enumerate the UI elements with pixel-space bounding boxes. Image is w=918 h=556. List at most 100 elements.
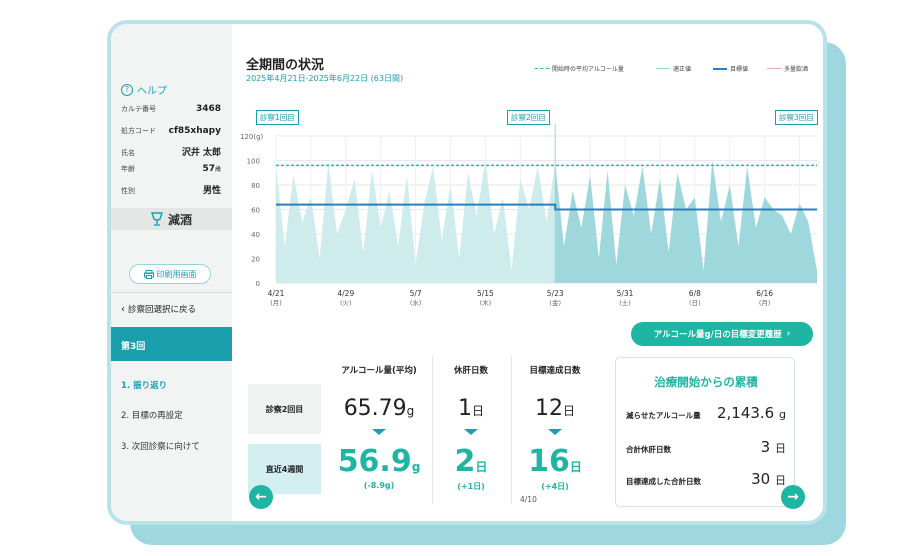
recent-alcohol-delta: (-8.9g) <box>363 481 395 490</box>
goal-history-button[interactable]: アルコール量g/日の目標変更履歴 › <box>631 322 813 346</box>
sex-label: 性別 <box>121 187 135 195</box>
karte-row: カルテ番号 3468 <box>121 104 221 114</box>
help-link[interactable]: ? ヘルプ <box>121 82 167 97</box>
x-tick-dow: (水) <box>410 298 422 307</box>
help-label: ヘルプ <box>137 86 167 97</box>
visit2-alcohol-value: 65.79 <box>343 396 407 421</box>
sidebar-divider <box>111 292 232 293</box>
visit2-liver-unit: 日 <box>471 404 484 418</box>
arrow-left-icon: ← <box>255 489 267 505</box>
cumulative-row: 目標達成した合計日数 30 日 <box>626 470 786 488</box>
visit2-goal-value: 12 <box>534 396 563 421</box>
col-liver-days: 休肝日数 <box>453 366 488 376</box>
recent-goal: 16日 (+4日) <box>515 444 595 492</box>
age-row: 年齢 57歳 <box>121 164 221 174</box>
print-label: 印刷用画面 <box>156 269 197 279</box>
visit2-alcohol: 65.79g <box>329 396 429 435</box>
age-unit: 歳 <box>214 166 221 173</box>
x-tick-date: 5/23 <box>547 289 564 298</box>
down-arrow-icon <box>372 429 386 435</box>
visit2-alcohol-unit: g <box>406 404 415 418</box>
program-label: 減酒 <box>167 212 192 227</box>
recent-alcohol-value: 56.9 <box>337 444 412 479</box>
cum-reduced-unit: g <box>779 408 786 421</box>
step-review[interactable]: 1. 振り返り <box>121 379 167 391</box>
marker-visit-2: 診察2回目 <box>507 110 550 125</box>
down-arrow-icon <box>464 429 478 435</box>
app-stage: ? ヘルプ カルテ番号 3468 処方コード cf85xhapy 氏名 沢井 太… <box>0 0 918 556</box>
rx-label: 処方コード <box>121 127 156 135</box>
karte-value: 3468 <box>195 104 221 114</box>
back-label: 診察回選択に戻る <box>128 305 197 315</box>
age-number: 57 <box>202 164 215 174</box>
step-reset-goal[interactable]: 2. 目標の再設定 <box>121 409 183 421</box>
sidebar: ? ヘルプ カルテ番号 3468 処方コード cf85xhapy 氏名 沢井 太… <box>111 24 232 521</box>
x-tick-date: 4/29 <box>337 289 354 298</box>
question-icon: ? <box>121 83 133 96</box>
x-tick-date: 4/21 <box>268 289 285 298</box>
tablet-frame: ? ヘルプ カルテ番号 3468 処方コード cf85xhapy 氏名 沢井 太… <box>107 20 827 525</box>
cum-goal-unit: 日 <box>775 474 786 487</box>
recent-alcohol: 56.9g (-8.9g) <box>329 444 429 490</box>
x-tick-date: 6/16 <box>756 289 773 298</box>
x-tick-date: 6/8 <box>689 289 701 298</box>
recent-alcohol-unit: g <box>411 460 421 474</box>
col-goal-days: 目標達成日数 <box>529 366 581 376</box>
next-page-button[interactable]: → <box>781 485 805 509</box>
recent-liver-delta: (+1日) <box>457 482 485 491</box>
y-tick-label: 60 <box>251 207 260 215</box>
program-badge: 減酒 <box>111 208 232 230</box>
cumulative-row: 合計休肝日数 3 日 <box>626 438 786 456</box>
y-tick-label: 80 <box>251 182 260 190</box>
prev-page-button[interactable]: ← <box>249 485 273 509</box>
y-tick-label: 20 <box>251 256 260 264</box>
y-tick-label: 120(g) <box>240 133 264 141</box>
step-next-visit[interactable]: 3. 次回診察に向けて <box>121 440 200 452</box>
sex-value: 男性 <box>202 186 221 196</box>
name-row: 氏名 沢井 太郎 <box>121 145 221 158</box>
recent-liver: 2日 (+1日) <box>438 444 504 492</box>
cumulative-title: 治療開始からの累積 <box>654 375 758 389</box>
name-label: 氏名 <box>121 149 135 157</box>
down-arrow-icon <box>548 429 562 435</box>
age-value: 57歳 <box>202 164 221 174</box>
cum-liver-value: 3 <box>760 438 771 456</box>
main-panel: 全期間の状況 2025年4月21日-2025年6月22日 (63日間) 開始時の… <box>232 24 823 521</box>
cumulative-row: 減らせたアルコール量 2,143.6 g <box>626 404 786 422</box>
recent-liver-value: 2 <box>454 444 476 479</box>
cumulative-panel: 治療開始からの累積 減らせたアルコール量 2,143.6 g 合計休肝日数 3 … <box>615 357 795 507</box>
cum-goal-value: 30 <box>751 470 771 488</box>
x-tick-dow: (土) <box>619 298 631 307</box>
chevron-right-icon: › <box>786 329 791 339</box>
age-label: 年齢 <box>121 165 135 173</box>
y-tick-label: 0 <box>256 280 260 288</box>
print-view-button[interactable]: 印刷用画面 <box>129 264 211 284</box>
y-tick-label: 40 <box>251 231 260 239</box>
visit2-liver: 1日 <box>438 396 504 435</box>
cum-reduced-value: 2,143.6 <box>716 404 775 422</box>
cum-reduced-label: 減らせたアルコール量 <box>626 411 701 420</box>
x-tick-date: 5/15 <box>477 289 494 298</box>
x-tick-dow: (金) <box>549 298 561 307</box>
recent-goal-delta: (+4日) <box>541 482 569 491</box>
chevron-left-icon: ‹ <box>121 303 125 315</box>
glass-icon <box>151 212 163 226</box>
y-tick-label: 100 <box>247 158 260 166</box>
page-indicator: 4/10 <box>520 495 537 504</box>
cum-liver-unit: 日 <box>775 442 786 455</box>
row-label-visit2: 診察2回目 <box>248 384 321 434</box>
col-alcohol-avg: アルコール量(平均) <box>341 366 417 376</box>
x-tick-date: 5/31 <box>617 289 634 298</box>
stats-separator <box>511 356 512 504</box>
name-value: 沢井 太郎 <box>181 148 221 158</box>
rx-row: 処方コード cf85xhapy <box>121 126 221 136</box>
visit2-liver-value: 1 <box>457 396 472 421</box>
back-to-visit-select[interactable]: ‹ 診察回選択に戻る <box>121 303 197 316</box>
x-tick-date: 5/7 <box>410 289 422 298</box>
x-tick-dow: (月) <box>759 299 771 307</box>
alcohol-chart: 120(g)1008060402004/21(月)4/29(火)5/7(水)5/… <box>240 124 817 307</box>
stats-separator <box>432 356 433 504</box>
x-tick-dow: (月) <box>270 299 282 307</box>
marker-visit-3: 診察3回目 <box>775 110 818 125</box>
visit-tab-current[interactable]: 第3回 <box>111 327 232 361</box>
